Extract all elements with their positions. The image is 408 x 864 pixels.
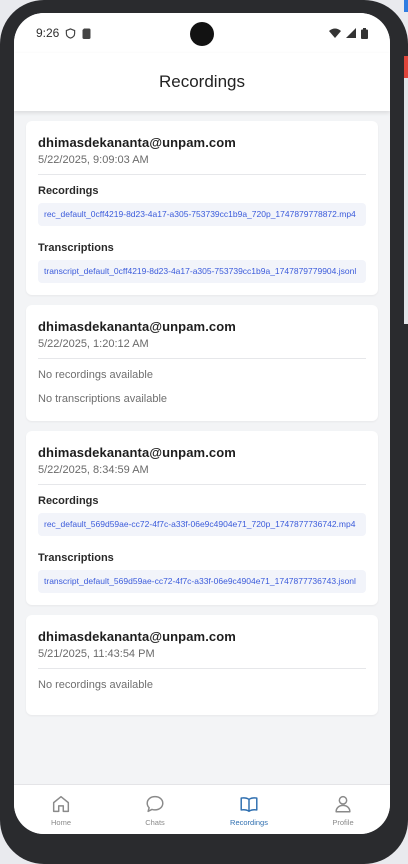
no-transcriptions-text: No transcriptions available — [38, 393, 168, 405]
card-divider — [38, 668, 366, 669]
recording-card: dhimasdekananta@unpam.com 5/22/2025, 9:0… — [26, 121, 378, 295]
nav-item-recordings[interactable]: Recordings — [213, 793, 285, 827]
recordings-section-title: Recordings — [38, 495, 99, 507]
book-open-icon — [240, 796, 258, 812]
card-email: dhimasdekananta@unpam.com — [38, 135, 236, 150]
app-header: Recordings — [14, 53, 390, 111]
chat-bubble-icon — [146, 795, 164, 812]
card-email: dhimasdekananta@unpam.com — [38, 319, 236, 334]
person-icon — [335, 795, 351, 813]
card-email: dhimasdekananta@unpam.com — [38, 445, 236, 460]
card-divider — [38, 358, 366, 359]
nav-item-profile[interactable]: Profile — [307, 793, 379, 827]
home-icon — [52, 795, 70, 812]
no-recordings-text: No recordings available — [38, 679, 153, 691]
card-date: 5/22/2025, 1:20:12 AM — [38, 338, 149, 350]
recording-file-link[interactable]: rec_default_569d59ae-cc72-4f7c-a33f-06e9… — [38, 513, 366, 536]
recording-card: dhimasdekananta@unpam.com 5/22/2025, 1:2… — [26, 305, 378, 421]
transcriptions-section-title: Transcriptions — [38, 242, 114, 254]
bottom-nav: Home Chats Recordings Profile — [14, 784, 390, 834]
card-date: 5/22/2025, 9:09:03 AM — [38, 154, 149, 166]
signal-icon — [346, 28, 356, 38]
recordings-section-title: Recordings — [38, 185, 99, 197]
side-strip-blue — [404, 0, 408, 12]
recordings-list[interactable]: dhimasdekananta@unpam.com 5/22/2025, 9:0… — [14, 111, 390, 784]
transcript-file-link[interactable]: transcript_default_0cff4219-8d23-4a17-a3… — [38, 260, 366, 283]
recording-card: dhimasdekananta@unpam.com 5/22/2025, 8:3… — [26, 431, 378, 605]
card-email: dhimasdekananta@unpam.com — [38, 629, 236, 644]
transcript-file-link[interactable]: transcript_default_569d59ae-cc72-4f7c-a3… — [38, 570, 366, 593]
status-time: 9:26 — [36, 26, 60, 40]
phone-screen: 9:26 Recordings dhimasdekananta@unpam.co… — [14, 13, 390, 834]
sim-card-icon — [82, 28, 91, 39]
wifi-icon — [329, 28, 341, 38]
recording-card: dhimasdekananta@unpam.com 5/21/2025, 11:… — [26, 615, 378, 715]
nav-label-home: Home — [50, 817, 71, 827]
side-strip-red — [404, 56, 408, 78]
status-right — [329, 27, 368, 39]
nav-item-home[interactable]: Home — [25, 793, 97, 827]
nav-label-profile: Profile — [332, 817, 354, 827]
side-strip-white — [404, 78, 408, 324]
recording-file-link[interactable]: rec_default_0cff4219-8d23-4a17-a305-7537… — [38, 203, 366, 226]
shield-icon — [66, 27, 76, 39]
status-left: 9:26 — [36, 26, 91, 40]
nav-item-chats[interactable]: Chats — [119, 793, 191, 827]
card-date: 5/22/2025, 8:34:59 AM — [38, 464, 149, 476]
nav-label-recordings: Recordings — [230, 817, 268, 827]
page-title: Recordings — [159, 72, 245, 91]
card-divider — [38, 174, 366, 175]
nav-label-chats: Chats — [145, 817, 165, 827]
battery-icon — [361, 27, 368, 39]
transcriptions-section-title: Transcriptions — [38, 552, 114, 564]
no-recordings-text: No recordings available — [38, 369, 153, 381]
card-divider — [38, 484, 366, 485]
front-camera — [190, 22, 214, 46]
card-date: 5/21/2025, 11:43:54 PM — [38, 648, 155, 660]
